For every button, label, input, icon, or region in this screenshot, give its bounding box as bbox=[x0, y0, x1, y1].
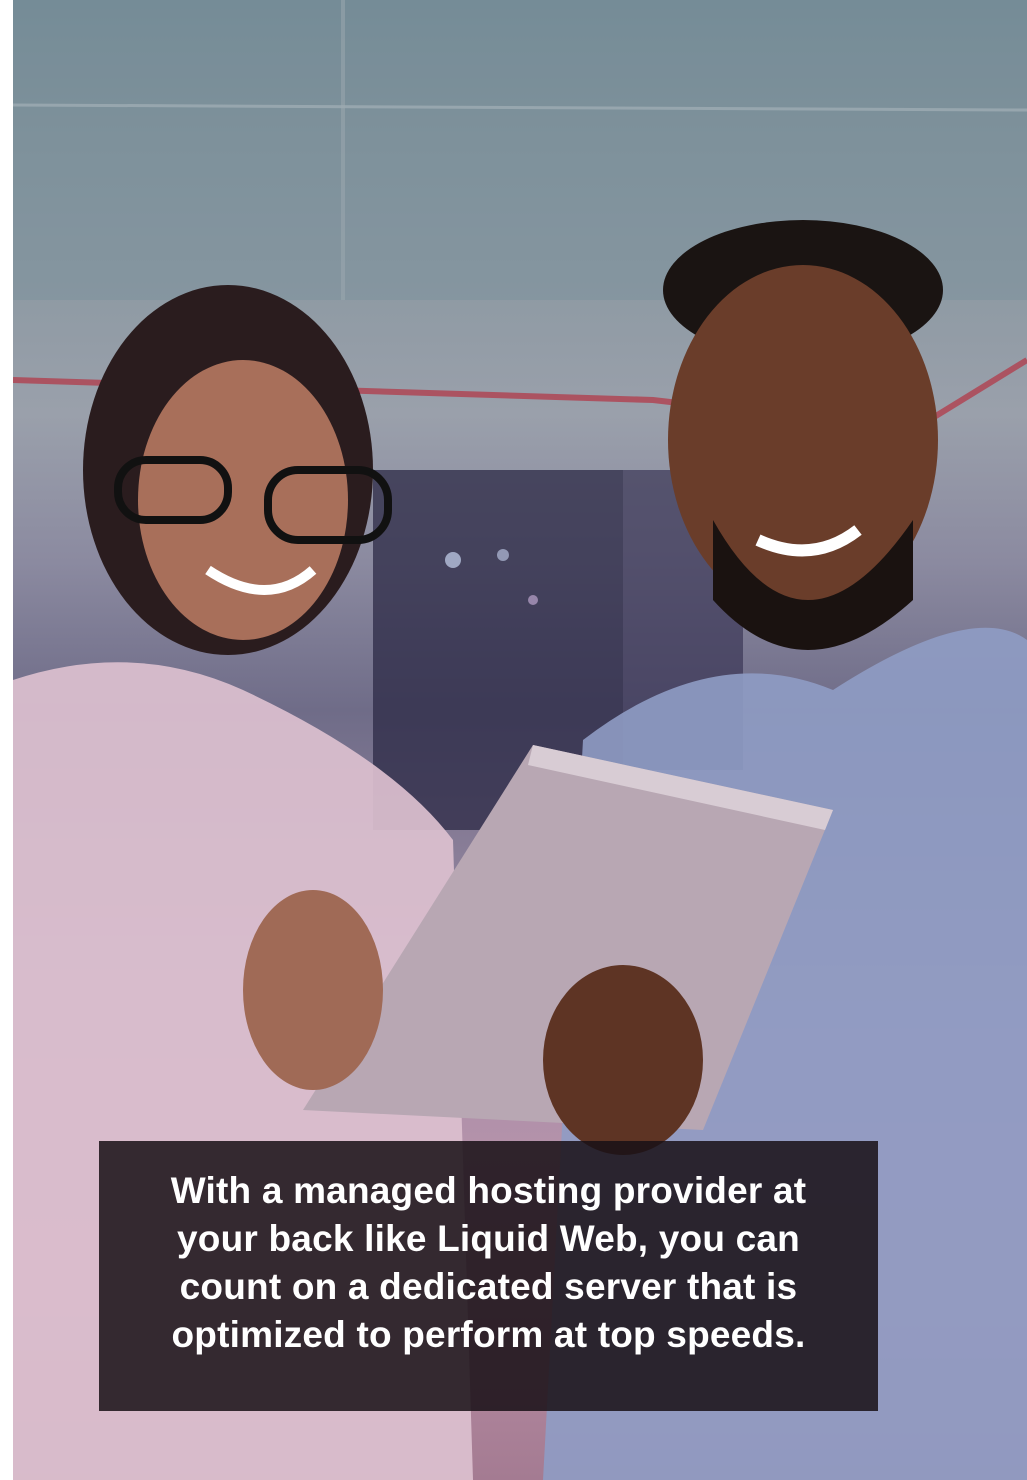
caption-overlay: With a managed hosting provider at your … bbox=[99, 1141, 878, 1411]
woman-face bbox=[138, 360, 348, 640]
man-hand bbox=[543, 965, 703, 1155]
page-margin bbox=[0, 0, 13, 1480]
caption-text: With a managed hosting provider at your … bbox=[170, 1170, 807, 1355]
woman-hand bbox=[243, 890, 383, 1090]
